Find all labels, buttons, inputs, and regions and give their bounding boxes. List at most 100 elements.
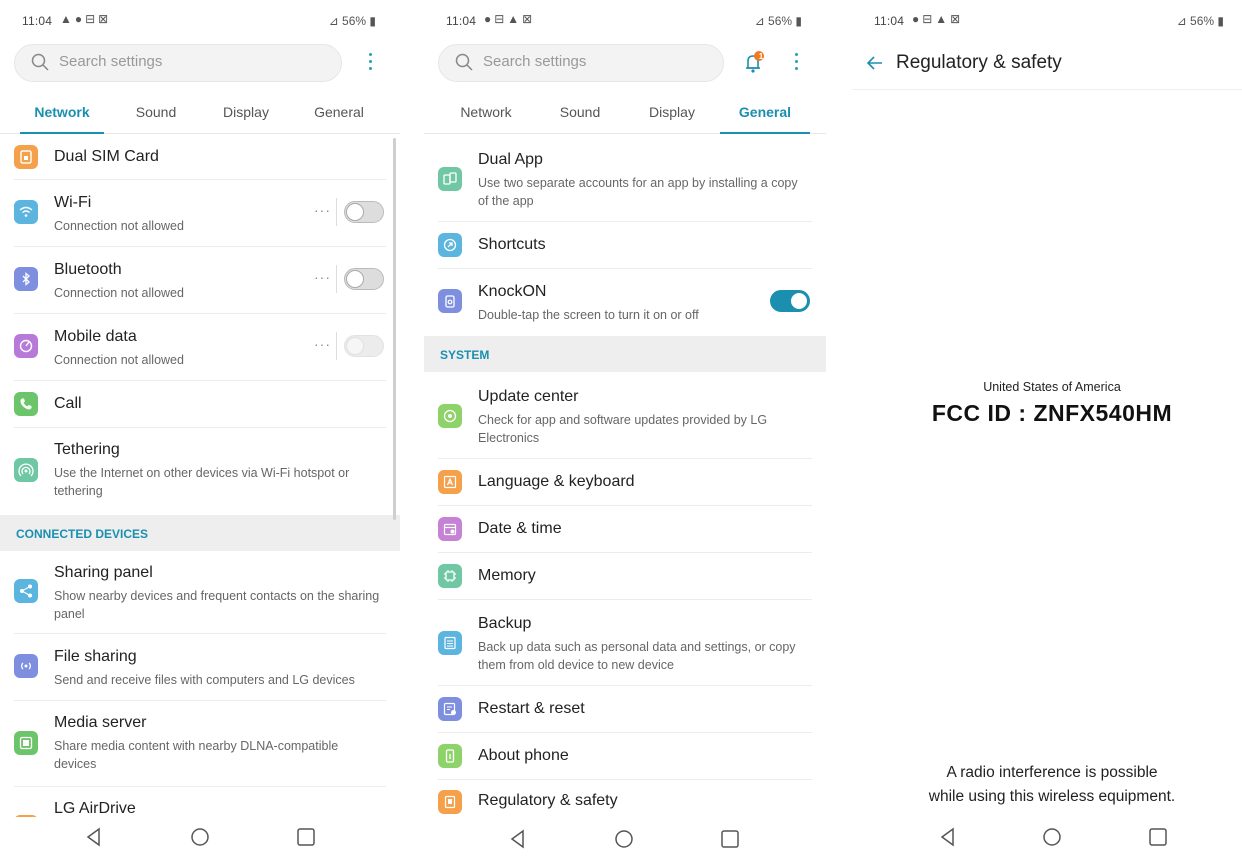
item-title: Backup (478, 615, 532, 632)
backup-icon (438, 631, 462, 655)
battery-icon: ▮ (795, 14, 802, 28)
item-subtitle: Send and receive files with computers an… (54, 673, 355, 687)
list-item-about-phone[interactable]: About phone (438, 733, 812, 780)
list-item-bluetooth[interactable]: Bluetooth Connection not allowed ··· (14, 247, 386, 314)
item-title: Date & time (478, 520, 562, 537)
battery-icon: ▮ (369, 14, 376, 28)
item-title: Sharing panel (54, 564, 153, 581)
phone-info-icon (438, 744, 462, 768)
list-item-wifi[interactable]: Wi-Fi Connection not allowed ··· (14, 180, 386, 247)
recents-nav-icon[interactable] (294, 825, 318, 849)
mobile-data-toggle (344, 335, 384, 357)
item-title: Bluetooth (54, 261, 122, 278)
list-item-dual-app[interactable]: Dual App Use two separate accounts for a… (438, 136, 812, 222)
tab-display[interactable]: Display (208, 92, 284, 134)
status-right: ⊿ 56% ▮ (329, 14, 376, 28)
list-item-call[interactable]: Call (14, 381, 386, 428)
back-arrow-icon[interactable] (864, 52, 886, 74)
item-subtitle: Use the Internet on other devices via Wi… (54, 466, 350, 498)
recents-nav-icon[interactable] (1146, 825, 1170, 849)
phone-icon (14, 392, 38, 416)
more-icon[interactable]: ··· (314, 336, 331, 352)
home-nav-icon[interactable] (188, 825, 212, 849)
language-icon (438, 470, 462, 494)
item-subtitle: Back up data such as personal data and s… (478, 640, 796, 672)
interference-note-line1: A radio interference is possible (946, 764, 1158, 781)
search-bar[interactable] (14, 44, 342, 82)
item-title: Tethering (54, 441, 120, 458)
list-item-lg-airdrive[interactable]: LG AirDrive (14, 787, 386, 820)
tab-network[interactable]: Network (446, 92, 526, 134)
search-bar[interactable] (438, 44, 724, 82)
list-item-sharing-panel[interactable]: Sharing panel Show nearby devices and fr… (14, 551, 386, 634)
more-options-icon[interactable] (786, 50, 806, 76)
list-item-update-center[interactable]: Update center Check for app and software… (438, 373, 812, 459)
more-options-icon[interactable] (360, 50, 380, 76)
tab-general[interactable]: General (300, 92, 378, 134)
back-nav-icon[interactable] (82, 825, 106, 849)
fcc-id: FCC ID : ZNFX540HM (931, 400, 1173, 426)
screen-network-settings: 11:04 ▲●⊟⊠ ⊿ 56% ▮ Network Sound Display… (0, 0, 400, 859)
item-title: File sharing (54, 648, 137, 665)
more-icon[interactable]: ··· (314, 269, 331, 285)
regulatory-icon (438, 790, 462, 814)
shortcuts-icon (438, 233, 462, 257)
list-item-tethering[interactable]: Tethering Use the Internet on other devi… (14, 428, 386, 512)
list-item-mobile-data[interactable]: Mobile data Connection not allowed ··· (14, 314, 386, 381)
status-right: ⊿ 56% ▮ (1177, 14, 1224, 28)
list-item-media-server[interactable]: Media server Share media content with ne… (14, 701, 386, 787)
mobile-data-icon (14, 334, 38, 358)
battery-level: 56% (342, 14, 367, 28)
list-item-knockon[interactable]: KnockON Double-tap the screen to turn it… (438, 269, 812, 335)
divider (336, 332, 337, 360)
item-title: Language & keyboard (478, 473, 635, 490)
list-item-memory[interactable]: Memory (438, 553, 812, 600)
item-title: Call (54, 395, 82, 412)
more-icon[interactable]: ··· (314, 202, 331, 218)
tab-general[interactable]: General (720, 92, 810, 134)
home-nav-icon[interactable] (1040, 825, 1064, 849)
search-input[interactable] (59, 53, 299, 70)
search-input[interactable] (483, 53, 723, 70)
scrollbar[interactable] (393, 138, 396, 520)
section-title: CONNECTED DEVICES (16, 527, 149, 541)
knockon-toggle[interactable] (770, 290, 810, 312)
notification-icons: ●⊟▲⊠ (484, 12, 536, 26)
home-nav-icon[interactable] (612, 827, 636, 851)
item-subtitle: Use two separate accounts for an app by … (478, 176, 798, 208)
signal-icon: ⊿ (754, 14, 765, 28)
list-item-regulatory-safety[interactable]: Regulatory & safety (438, 780, 812, 820)
item-title: Media server (54, 714, 147, 731)
status-right: ⊿ 56% ▮ (755, 14, 802, 28)
tab-sound[interactable]: Sound (118, 92, 194, 134)
screen-general-settings: 11:04 ●⊟▲⊠ ⊿ 56% ▮ 1 Network Sound Displ… (424, 0, 826, 859)
status-bar: 11:04 ●⊟▲⊠ ⊿ 56% ▮ (424, 0, 826, 40)
item-title: KnockON (478, 283, 547, 300)
list-item-date-time[interactable]: Date & time (438, 506, 812, 553)
list-item-file-sharing[interactable]: File sharing Send and receive files with… (14, 634, 386, 701)
list-item-restart-reset[interactable]: Restart & reset (438, 686, 812, 733)
interference-note-line2: while using this wireless equipment. (928, 788, 1176, 805)
back-nav-icon[interactable] (506, 827, 530, 851)
tab-sound[interactable]: Sound (542, 92, 618, 134)
tab-network[interactable]: Network (20, 92, 104, 134)
reset-icon (438, 697, 462, 721)
bluetooth-toggle[interactable] (344, 268, 384, 290)
status-time: 11:04 (874, 14, 905, 28)
list-item-backup[interactable]: Backup Back up data such as personal dat… (438, 600, 812, 686)
app-bar: Regulatory & safety (852, 44, 1242, 90)
wifi-toggle[interactable] (344, 201, 384, 223)
list-item-shortcuts[interactable]: Shortcuts (438, 222, 812, 269)
item-title: Dual SIM Card (54, 148, 159, 165)
item-subtitle: Share media content with nearby DLNA-com… (54, 739, 339, 771)
back-nav-icon[interactable] (936, 825, 960, 849)
navigation-bar (424, 817, 826, 859)
tab-display[interactable]: Display (634, 92, 710, 134)
page-title: Regulatory & safety (896, 52, 1062, 73)
list-item-dual-sim[interactable]: Dual SIM Card (14, 134, 386, 180)
battery-level: 56% (768, 14, 793, 28)
knockon-icon (438, 289, 462, 313)
recents-nav-icon[interactable] (718, 827, 742, 851)
section-title: SYSTEM (440, 348, 490, 362)
list-item-language-keyboard[interactable]: Language & keyboard (438, 459, 812, 506)
